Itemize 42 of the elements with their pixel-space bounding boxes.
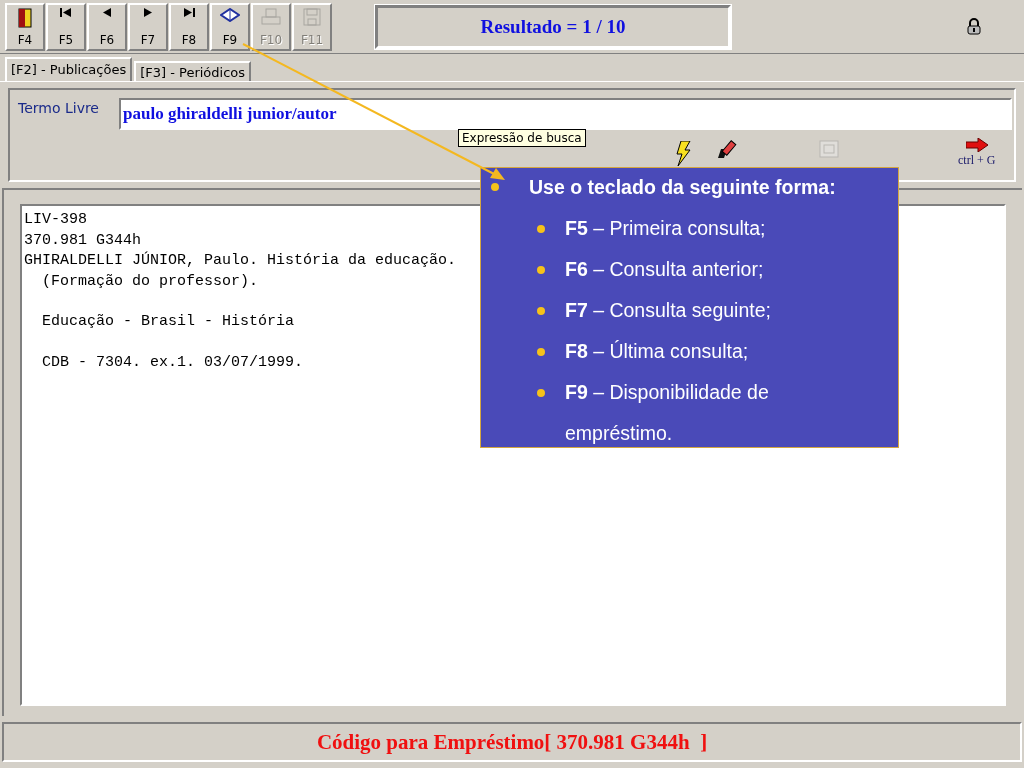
callout-item: F8 – Última consulta;	[565, 339, 749, 364]
search-field[interactable]: paulo ghiraldelli junior/autor	[119, 98, 1012, 130]
callout-item: F5 – Primeira consulta;	[565, 216, 766, 241]
printer-icon	[261, 7, 281, 26]
result-counter: Resultado = 1 / 10	[375, 4, 731, 49]
record-line: Educação - Brasil - História	[41, 312, 295, 332]
tab[interactable]: [F3] - Periódicos	[134, 61, 252, 81]
previous-icon	[103, 7, 111, 17]
callout-item: F7 – Consulta seguinte;	[565, 298, 771, 323]
record-line: CDB - 7304. ex.1. 03/07/1999.	[41, 352, 304, 373]
skip-first-icon	[60, 7, 72, 17]
callout-item: F9 – Disponibilidade de empréstimo.	[565, 380, 770, 446]
bullet-icon	[537, 348, 545, 356]
toolbar-button[interactable]: F9	[210, 2, 250, 51]
callout-item: F6 – Consulta anterior;	[565, 257, 764, 282]
toolbar-button[interactable]: F7	[128, 2, 168, 51]
shortcut-label: ctrl + G	[958, 153, 996, 168]
skip-last-icon	[183, 7, 195, 17]
eraser-icon[interactable]	[715, 138, 739, 160]
field-label: Termo Livre	[18, 99, 99, 116]
tab[interactable]: [F2] - Publicações	[5, 57, 133, 81]
toolbar-button[interactable]: F8	[169, 2, 209, 51]
tooltip: Expressão de busca	[458, 129, 586, 147]
record-line: LIV-398	[24, 210, 87, 230]
toolbar-button[interactable]: F6	[87, 2, 127, 51]
bullet-icon	[491, 183, 499, 191]
record-line: GHIRALDELLI JÚNIOR, Paulo. História da educação.	[24, 251, 457, 271]
callout-heading: Use o teclado da seguinte forma:	[529, 175, 836, 200]
toolbar-button[interactable]: F4	[5, 2, 45, 51]
record-line: 370.981 G344h	[24, 230, 142, 251]
door-icon	[18, 7, 32, 28]
bullet-icon	[537, 307, 545, 315]
bullet-icon	[537, 266, 545, 274]
status-bar: Código para Empréstimo[ 370.981 G344h ]	[2, 722, 1022, 762]
bullet-icon	[537, 225, 545, 233]
right-arrow-icon[interactable]	[965, 138, 988, 152]
next-icon	[144, 7, 152, 17]
lightning-icon[interactable]	[675, 141, 691, 167]
bullet-icon	[537, 389, 545, 397]
record-line: (Formação do professor).	[41, 271, 259, 292]
toolbar-button[interactable]: F5	[46, 2, 86, 51]
padlock-icon[interactable]	[967, 18, 981, 35]
